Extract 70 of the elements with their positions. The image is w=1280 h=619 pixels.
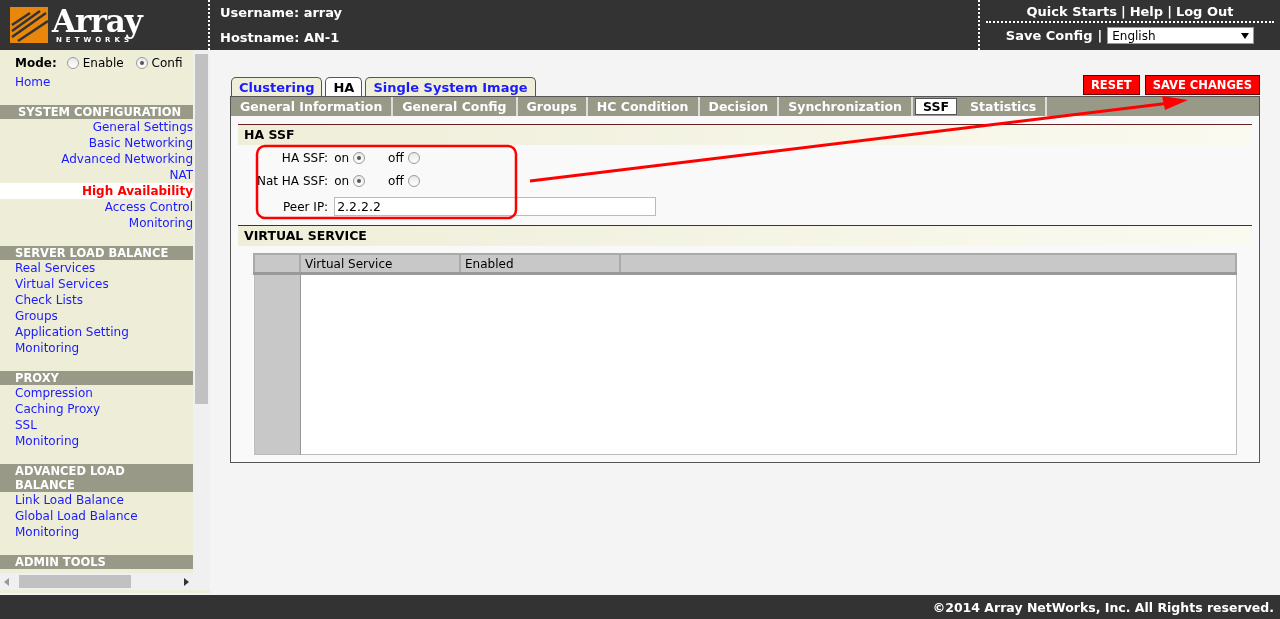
radio-button[interactable] (407, 152, 420, 164)
column-header: Virtual Service (300, 254, 460, 274)
radio-button[interactable] (66, 56, 79, 69)
link-separator: | (1167, 4, 1172, 19)
sidebar-item[interactable]: Monitoring (0, 340, 193, 356)
section-header: HA SSF (238, 124, 1252, 145)
scroll-left-icon[interactable] (4, 577, 9, 586)
sidebar-item[interactable]: Advanced Networking (0, 151, 193, 167)
field-label: Peer IP: (282, 199, 329, 214)
section-header: ADVANCED LOAD BALANCE (0, 464, 193, 492)
vertical-scrollbar[interactable] (193, 50, 210, 590)
username-label: Username: array (220, 5, 344, 20)
language-select[interactable]: English (1107, 27, 1255, 44)
sidebar-item[interactable]: Real Services (0, 260, 193, 276)
header-link[interactable]: Help (1129, 4, 1164, 19)
field-label: HA SSF: (280, 151, 329, 165)
sidebar-item[interactable]: Basic Networking (0, 135, 193, 151)
horizontal-scrollbar[interactable] (0, 573, 193, 590)
tab[interactable]: HA (325, 77, 363, 96)
scroll-right-icon[interactable] (184, 577, 189, 586)
radio-label: on (334, 174, 350, 188)
sidebar-item[interactable]: Monitoring (0, 215, 193, 231)
radio-label: off (388, 151, 404, 165)
sidebar-item[interactable]: Global Load Balance (0, 508, 193, 524)
sidebar-item[interactable]: SSL (0, 417, 193, 433)
sidebar-item[interactable]: Compression (0, 385, 193, 401)
sidebar-item[interactable]: Groups (0, 308, 193, 324)
column-header: Enabled (460, 254, 620, 274)
radio-label: Enable (82, 55, 124, 70)
tab[interactable]: Clustering (231, 77, 323, 96)
radio-label: on (334, 151, 350, 165)
mode-label: Mode: (15, 55, 57, 70)
radio-label: Confi (151, 55, 183, 70)
sidebar-item[interactable]: Virtual Services (0, 276, 193, 292)
radio-button[interactable] (353, 152, 366, 164)
logo-name: Array (52, 6, 142, 37)
sidebar-item[interactable]: Caching Proxy (0, 401, 193, 417)
tab[interactable]: Single System Image (365, 77, 536, 96)
hostname-label: Hostname: AN-1 (220, 30, 341, 45)
radio-label: off (388, 174, 404, 188)
field-label: Nat HA SSF: (257, 174, 329, 188)
section-header: PROXY (0, 371, 193, 385)
sidebar-item[interactable]: Link Load Balance (0, 492, 193, 508)
header-link[interactable]: Log Out (1175, 4, 1234, 19)
radio-button[interactable] (407, 175, 420, 187)
sidebar-item[interactable]: General Settings (0, 119, 193, 135)
logo-icon (10, 7, 48, 43)
action-button[interactable]: RESET (1082, 75, 1140, 95)
sidebar-item[interactable]: High Availability (0, 183, 193, 199)
subtab[interactable]: SSF (915, 98, 957, 115)
link-separator: | (1120, 4, 1126, 19)
header-link[interactable]: Quick Starts (1026, 4, 1117, 19)
section-header: SERVER LOAD BALANCE (0, 246, 193, 260)
dropdown-arrow-icon (1241, 32, 1250, 39)
sidebar-item[interactable]: Monitoring (0, 524, 193, 540)
sidebar-item[interactable]: NAT (0, 167, 193, 183)
section-header: VIRTUAL SERVICE (238, 225, 1252, 246)
sidebar-item[interactable]: Monitoring (0, 433, 193, 449)
radio-button[interactable] (353, 175, 366, 187)
section-header: ADMIN TOOLS (0, 555, 193, 569)
radio-button[interactable] (135, 56, 148, 69)
sidebar-item[interactable]: Access Control (0, 199, 193, 215)
section-header: SYSTEM CONFIGURATION (0, 105, 193, 119)
sidebar-item[interactable]: Check Lists (0, 292, 193, 308)
sidebar-item[interactable]: Application Setting (0, 324, 193, 340)
save-config-link[interactable]: Save Config (1005, 28, 1093, 43)
home-link[interactable]: Home (0, 74, 193, 90)
copyright-text: ©2014 Array NetWorks, Inc. All Rights reserved. (932, 599, 1274, 615)
peer-ip-field[interactable]: 2.2.2.2 (334, 197, 657, 216)
link-separator: | (1097, 28, 1103, 43)
